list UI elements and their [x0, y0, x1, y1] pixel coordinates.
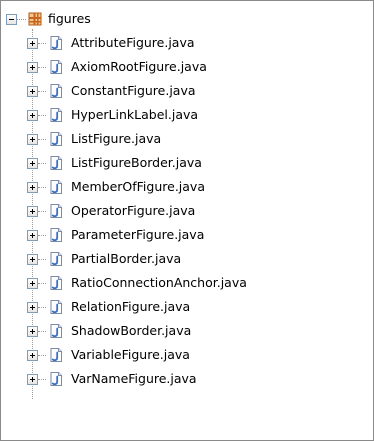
tree-connector-line	[38, 211, 46, 212]
tree-item-java-file[interactable]: ConstantFigure.java	[1, 79, 373, 103]
tree-connector-line	[38, 259, 46, 260]
java-file-label: ParameterFigure.java	[71, 227, 205, 242]
expand-toggle-icon[interactable]	[27, 61, 38, 73]
tree-connector-line	[38, 235, 46, 236]
tree-connector-line	[38, 139, 46, 140]
tree-connector-line	[38, 163, 46, 164]
expand-toggle-icon[interactable]	[27, 229, 38, 241]
tree-connector-line	[38, 187, 46, 188]
tree-connector-line	[38, 115, 46, 116]
package-explorer-panel: figures AttributeFigure.java AxiomRootFig…	[0, 0, 374, 441]
expand-toggle-icon[interactable]	[27, 349, 38, 361]
tree-item-java-file[interactable]: VariableFigure.java	[1, 343, 373, 367]
tree-item-java-file[interactable]: VarNameFigure.java	[1, 367, 373, 391]
tree-item-java-file[interactable]: AttributeFigure.java	[1, 31, 373, 55]
java-file-icon	[48, 179, 64, 195]
expand-toggle-icon[interactable]	[27, 157, 38, 169]
java-file-label: AxiomRootFigure.java	[71, 59, 207, 74]
java-file-icon	[48, 59, 64, 75]
java-file-icon	[48, 371, 64, 387]
java-file-icon	[48, 251, 64, 267]
java-file-icon	[48, 227, 64, 243]
tree-item-figures-package[interactable]: figures	[1, 7, 373, 31]
tree-item-java-file[interactable]: RelationFigure.java	[1, 295, 373, 319]
java-file-label: PartialBorder.java	[71, 251, 182, 266]
java-file-icon	[48, 203, 64, 219]
expand-toggle-icon[interactable]	[27, 277, 38, 289]
tree-connector-line	[38, 379, 46, 380]
package-icon	[27, 11, 43, 27]
java-file-label: RatioConnectionAnchor.java	[71, 275, 247, 290]
expand-toggle-icon[interactable]	[27, 205, 38, 217]
tree-connector-line	[38, 283, 46, 284]
java-file-label: ShadowBorder.java	[71, 323, 192, 338]
tree-connector-line	[38, 43, 46, 44]
java-file-label: ConstantFigure.java	[71, 83, 196, 98]
java-file-label: HyperLinkLabel.java	[71, 107, 199, 122]
expand-toggle-icon[interactable]	[27, 253, 38, 265]
java-file-icon	[48, 131, 64, 147]
tree-item-java-file[interactable]: MemberOfFigure.java	[1, 175, 373, 199]
expand-toggle-icon[interactable]	[27, 85, 38, 97]
expand-toggle-icon[interactable]	[27, 133, 38, 145]
expand-toggle-icon[interactable]	[27, 109, 38, 121]
java-file-label: ListFigureBorder.java	[71, 155, 202, 170]
expand-toggle-icon[interactable]	[27, 301, 38, 313]
java-file-label: OperatorFigure.java	[71, 203, 196, 218]
expand-toggle-icon[interactable]	[27, 373, 38, 385]
expand-toggle-icon[interactable]	[27, 37, 38, 49]
expand-toggle-icon[interactable]	[27, 325, 38, 337]
collapse-toggle-icon[interactable]	[6, 13, 17, 25]
java-file-icon	[48, 83, 64, 99]
java-file-label: MemberOfFigure.java	[71, 179, 205, 194]
tree-item-java-file[interactable]: OperatorFigure.java	[1, 199, 373, 223]
expand-toggle-icon[interactable]	[27, 181, 38, 193]
java-file-label: ListFigure.java	[71, 131, 162, 146]
tree-connector-line	[17, 19, 26, 20]
tree-item-java-file[interactable]: HyperLinkLabel.java	[1, 103, 373, 127]
tree-connector-line	[38, 355, 46, 356]
java-file-icon	[48, 35, 64, 51]
tree-item-java-file[interactable]: ListFigureBorder.java	[1, 151, 373, 175]
tree-connector-line	[38, 91, 46, 92]
tree-item-java-file[interactable]: ShadowBorder.java	[1, 319, 373, 343]
java-file-icon	[48, 107, 64, 123]
tree-item-java-file[interactable]: AxiomRootFigure.java	[1, 55, 373, 79]
tree-item-java-file[interactable]: ParameterFigure.java	[1, 223, 373, 247]
tree-connector-line	[38, 331, 46, 332]
project-tree: figures AttributeFigure.java AxiomRootFig…	[1, 1, 373, 440]
java-file-label: VariableFigure.java	[71, 347, 190, 362]
tree-connector-line	[38, 67, 46, 68]
java-file-label: RelationFigure.java	[71, 299, 191, 314]
java-file-label: AttributeFigure.java	[71, 35, 195, 50]
java-file-icon	[48, 275, 64, 291]
tree-item-java-file[interactable]: PartialBorder.java	[1, 247, 373, 271]
tree-connector-line	[38, 307, 46, 308]
java-file-icon	[48, 347, 64, 363]
tree-item-java-file[interactable]: ListFigure.java	[1, 127, 373, 151]
package-label: figures	[48, 11, 91, 26]
java-file-icon	[48, 155, 64, 171]
java-file-label: VarNameFigure.java	[71, 371, 197, 386]
tree-item-java-file[interactable]: RatioConnectionAnchor.java	[1, 271, 373, 295]
java-file-icon	[48, 299, 64, 315]
java-file-icon	[48, 323, 64, 339]
